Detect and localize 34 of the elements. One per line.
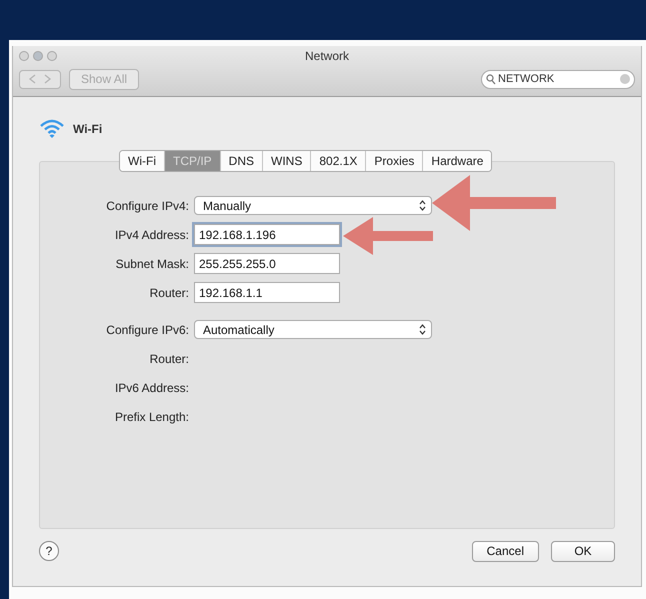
field-label: Prefix Length: (114, 410, 190, 424)
stepper-icon (419, 200, 426, 211)
field-label: Subnet Mask: (114, 256, 190, 270)
field-label: IPv6 Address: (114, 380, 190, 394)
tab[interactable]: WINS (263, 151, 312, 171)
tab[interactable]: DNS (220, 151, 263, 171)
field-label: Configure IPv4: (105, 198, 190, 212)
service-name: Wi-Fi (73, 122, 102, 136)
zoom-icon[interactable] (47, 51, 57, 61)
dialog-button[interactable]: OK (551, 540, 615, 562)
field-label: Router: (148, 286, 190, 300)
field-label: IPv4 Address: (114, 228, 190, 242)
stepper-icon (419, 324, 426, 335)
popup-menu[interactable]: Manually (194, 196, 432, 215)
clear-icon[interactable] (620, 74, 630, 84)
tab[interactable]: 802.1X (311, 151, 366, 171)
window-title: Network (304, 49, 349, 63)
search-field[interactable]: NETWORK (481, 70, 635, 88)
dialog-button[interactable]: Cancel (472, 540, 539, 562)
close-icon[interactable] (19, 51, 29, 61)
field-label: Configure IPv6: (105, 322, 190, 336)
tab[interactable]: Hardware (423, 151, 492, 171)
tab[interactable]: Proxies (366, 151, 424, 171)
field-label: Router: (148, 352, 190, 366)
minimize-icon[interactable] (33, 51, 43, 61)
input-field[interactable]: 255.255.255.0 (194, 253, 340, 274)
wifi-icon (39, 119, 65, 139)
tab[interactable]: Wi-Fi (120, 151, 165, 171)
help-button[interactable]: ? (39, 541, 59, 561)
input-field[interactable]: 192.168.1.196 (194, 224, 340, 245)
back-forward-button[interactable] (19, 70, 61, 88)
popup-menu[interactable]: Automatically (194, 320, 432, 339)
input-field[interactable]: 192.168.1.1 (194, 282, 340, 303)
search-icon (486, 74, 496, 84)
